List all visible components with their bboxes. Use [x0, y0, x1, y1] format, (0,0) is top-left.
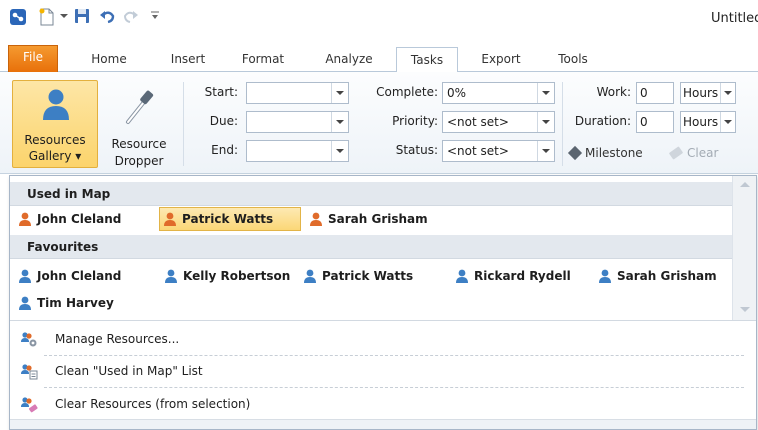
chevron-down-icon[interactable]	[331, 141, 348, 161]
work-unit-combo[interactable]: Hours	[680, 82, 736, 104]
clean-list-icon	[21, 364, 38, 380]
manage-resources-icon	[21, 332, 37, 347]
redo-icon[interactable]	[122, 7, 140, 25]
favourites-header: Favourites	[10, 235, 732, 259]
person-orange-icon	[19, 212, 31, 226]
duration-label: Duration:	[574, 114, 631, 128]
eraser-icon	[668, 146, 684, 160]
gallery-item-kelly-robertson-fav[interactable]: Kelly Robertson	[162, 265, 290, 287]
resources-gallery-dropdown: Used in Map John Cleland Patrick Watts S…	[9, 175, 757, 430]
due-label: Due:	[209, 114, 238, 128]
chevron-down-icon[interactable]	[331, 112, 348, 132]
work-label: Work:	[596, 85, 631, 99]
tab-analyze[interactable]: Analyze	[314, 47, 384, 72]
gallery-item-tim-harvey-fav[interactable]: Tim Harvey	[16, 292, 114, 314]
tab-export[interactable]: Export	[470, 47, 532, 72]
manage-resources-menu-item[interactable]: Manage Resources...	[10, 325, 756, 353]
resources-gallery-button[interactable]: Resources Gallery ▾	[12, 80, 98, 168]
gallery-item-sarah-grisham-used[interactable]: Sarah Grisham	[307, 208, 428, 230]
gallery-divider	[10, 320, 756, 321]
diamond-icon	[567, 145, 583, 161]
duration-unit-combo[interactable]: Hours	[680, 111, 736, 133]
tab-tasks[interactable]: Tasks	[396, 47, 458, 73]
gallery-item-rickard-rydell-fav[interactable]: Rickard Rydell	[453, 265, 571, 287]
tab-home[interactable]: Home	[80, 47, 138, 72]
person-orange-icon	[164, 212, 176, 226]
gallery-item-john-cleland-fav[interactable]: John Cleland	[16, 265, 121, 287]
resource-dropper-button[interactable]: Resource Dropper	[102, 80, 176, 168]
ribbon-tasks-panel: Resources Gallery ▾ Resource Dropper Sta…	[0, 72, 758, 174]
chevron-down-icon[interactable]	[537, 83, 554, 103]
used-in-map-header: Used in Map	[10, 182, 732, 206]
milestone-button[interactable]: Milestone	[567, 145, 643, 161]
status-label: Status:	[395, 143, 438, 157]
person-blue-icon	[19, 296, 31, 310]
menu-separator	[44, 355, 744, 356]
gallery-item-patrick-watts-used[interactable]: Patrick Watts	[159, 207, 301, 231]
scroll-up-icon[interactable]	[740, 182, 750, 187]
scroll-down-icon[interactable]	[740, 307, 750, 312]
undo-icon[interactable]	[98, 7, 116, 25]
chevron-down-icon[interactable]	[60, 12, 68, 20]
gallery-item-patrick-watts-fav[interactable]: Patrick Watts	[301, 265, 413, 287]
complete-combo[interactable]: 0%	[442, 82, 555, 104]
end-label: End:	[211, 143, 238, 157]
clear-resources-icon	[21, 397, 38, 413]
gallery-scrollbar[interactable]	[732, 176, 756, 320]
start-label: Start:	[204, 85, 238, 99]
ribbon-tabs: File Home Insert Format Analyze Tasks Ex…	[0, 36, 758, 73]
chevron-down-icon[interactable]	[720, 112, 735, 132]
end-date-combo[interactable]	[246, 140, 349, 162]
gallery-item-sarah-grisham-fav[interactable]: Sarah Grisham	[596, 265, 717, 287]
person-icon	[40, 88, 72, 122]
eyedropper-icon	[122, 86, 158, 126]
person-orange-icon	[310, 212, 322, 226]
new-document-icon[interactable]	[38, 7, 56, 27]
person-blue-icon	[304, 269, 316, 283]
title-bar: Untitled 1	[0, 0, 758, 36]
start-date-combo[interactable]	[246, 82, 349, 104]
app-logo-icon[interactable]	[9, 8, 27, 26]
person-blue-icon	[165, 269, 177, 283]
window-title: Untitled 1	[711, 11, 758, 26]
tab-insert[interactable]: Insert	[160, 47, 216, 72]
chevron-down-icon[interactable]	[720, 83, 735, 103]
clear-button[interactable]: Clear	[668, 146, 718, 160]
clear-resources-menu-item[interactable]: Clear Resources (from selection)	[10, 390, 756, 418]
ribbon-separator	[183, 82, 184, 166]
work-input[interactable]: 0	[636, 82, 674, 104]
priority-label: Priority:	[392, 114, 438, 128]
duration-input[interactable]: 0	[636, 111, 674, 133]
customize-qat-icon[interactable]	[150, 9, 160, 21]
tab-file[interactable]: File	[8, 45, 58, 72]
tab-tools[interactable]: Tools	[545, 47, 601, 72]
complete-label: Complete:	[376, 85, 438, 99]
clean-used-in-map-menu-item[interactable]: Clean "Used in Map" List	[10, 357, 756, 385]
gallery-footer	[10, 419, 756, 429]
status-combo[interactable]: <not set>	[442, 140, 555, 162]
chevron-down-icon[interactable]	[537, 112, 554, 132]
person-blue-icon	[19, 269, 31, 283]
menu-separator	[44, 387, 744, 388]
chevron-down-icon[interactable]	[331, 83, 348, 103]
due-date-combo[interactable]	[246, 111, 349, 133]
person-blue-icon	[599, 269, 611, 283]
chevron-down-icon[interactable]	[537, 141, 554, 161]
save-icon[interactable]	[73, 7, 91, 25]
tab-format[interactable]: Format	[232, 47, 294, 72]
person-blue-icon	[456, 269, 468, 283]
priority-combo[interactable]: <not set>	[442, 111, 555, 133]
gallery-item-john-cleland-used[interactable]: John Cleland	[16, 208, 121, 230]
